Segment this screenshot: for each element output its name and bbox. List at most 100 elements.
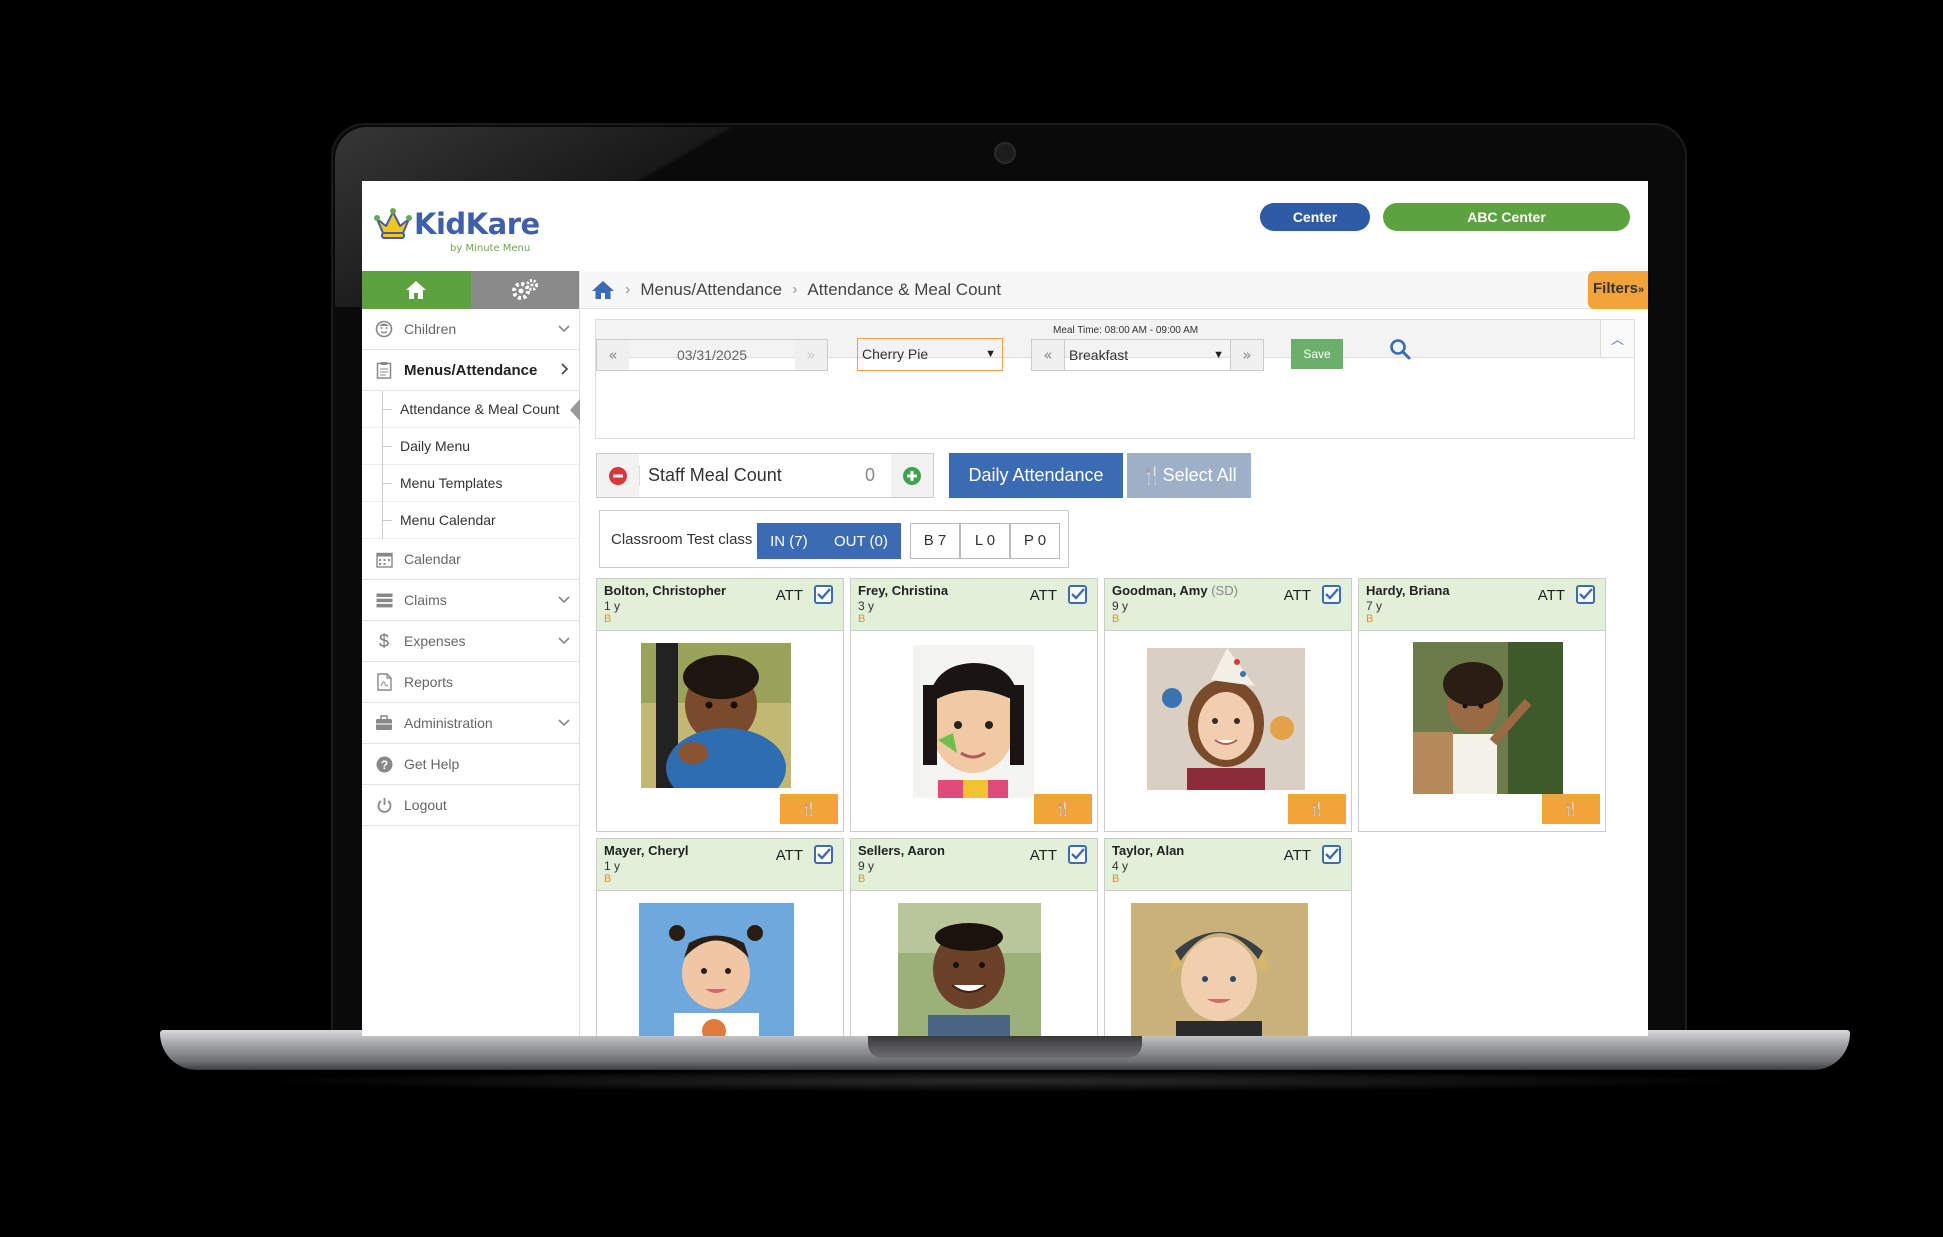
home-icon[interactable] (591, 280, 615, 300)
sidebar-item-label: Menus/Attendance (404, 361, 538, 379)
center-type-button[interactable]: Center (1260, 203, 1370, 231)
search-button[interactable] (1389, 338, 1417, 366)
main-content: › Menus/Attendance › Attendance & Meal C… (581, 271, 1648, 1036)
logo-text: KidKare (414, 207, 540, 241)
meal-select[interactable]: Breakfast ▼ (1064, 340, 1231, 370)
attendance-status: ATT (1029, 587, 1057, 604)
sidebar-subitem-menu-templates[interactable]: Menu Templates (362, 465, 579, 502)
child-meal-flag: B (604, 613, 612, 625)
child-card-sellers[interactable]: Sellers, Aaron 9 y B ATT (850, 838, 1098, 1036)
sidebar-item-menus-attendance[interactable]: Menus/Attendance (362, 350, 579, 391)
in-count-button[interactable]: IN (7) (770, 533, 808, 550)
attendance-checkbox[interactable] (814, 585, 833, 604)
increase-staff-count-button[interactable] (891, 454, 933, 497)
attendance-checkbox[interactable] (1576, 585, 1595, 604)
child-photo (1147, 648, 1305, 790)
kidkare-logo[interactable]: KidKare by Minute Menu (374, 205, 564, 257)
child-card-bolton[interactable]: Bolton, Christopher 1 y B ATT 🍴 (596, 578, 844, 832)
meal-time-label: Meal Time: 08:00 AM - 09:00 AM (1053, 325, 1199, 336)
sidebar-item-logout[interactable]: Logout (362, 785, 579, 826)
attendance-checkbox[interactable] (814, 845, 833, 864)
breadcrumb: › Menus/Attendance › Attendance & Meal C… (581, 271, 1648, 309)
chevron-down-icon (558, 596, 570, 604)
sidebar-item-get-help[interactable]: ? Get Help (362, 744, 579, 785)
child-card-frey[interactable]: Frey, Christina 3 y B ATT 🍴 (850, 578, 1098, 832)
in-out-toggle: IN (7) OUT (0) (757, 523, 901, 559)
classroom-summary: Classroom Test class IN (7) OUT (0) B 7 … (599, 510, 1069, 568)
date-input[interactable]: 03/31/2025 (629, 340, 795, 370)
center-name-button[interactable]: ABC Center (1383, 203, 1630, 231)
dropdown-caret-icon: ▼ (985, 348, 996, 360)
utensils-icon: 🍴 (1054, 801, 1072, 817)
child-tag: (SD) (1211, 583, 1238, 598)
double-chevron-left-icon: « (1043, 346, 1053, 364)
sidebar-item-reports[interactable]: Reports (362, 662, 579, 703)
daily-attendance-button[interactable]: Daily Attendance (949, 453, 1123, 498)
utensils-icon: 🍴 (1562, 801, 1580, 817)
meal-button[interactable]: 🍴 (1288, 794, 1346, 824)
menu-select[interactable]: Cherry Pie ▼ (857, 338, 1003, 371)
minus-circle-icon (609, 466, 627, 485)
sidebar-item-claims[interactable]: Claims (362, 580, 579, 621)
plus-circle-icon (903, 466, 921, 485)
attendance-checkbox[interactable] (1322, 845, 1341, 864)
save-button[interactable]: Save (1291, 339, 1343, 369)
child-photo (639, 903, 794, 1036)
gears-icon (511, 279, 538, 300)
child-card-mayer[interactable]: Mayer, Cheryl 1 y B ATT (596, 838, 844, 1036)
sidebar-subitem-attendance-meal-count[interactable]: Attendance & Meal Count (362, 391, 580, 428)
breadcrumb-separator: › (792, 280, 798, 298)
meal-button[interactable]: 🍴 (780, 794, 838, 824)
staff-meal-count-value[interactable]: 0 (865, 465, 885, 486)
chevron-up-icon: ︿ (1610, 333, 1624, 348)
sidebar: Children Menus/Attendance Attendance & M… (362, 271, 580, 1036)
meal-button[interactable]: 🍴 (1034, 794, 1092, 824)
filters-label: Filters (1593, 280, 1639, 297)
filters-button[interactable]: Filters» (1588, 271, 1648, 309)
child-photo (1413, 642, 1563, 794)
sidebar-item-expenses[interactable]: $ Expenses (362, 621, 579, 662)
calendar-icon (374, 549, 394, 569)
child-card-hardy[interactable]: Hardy, Briana 7 y B ATT 🍴 (1358, 578, 1606, 832)
attendance-status: ATT (1537, 587, 1565, 604)
power-icon (374, 795, 394, 815)
double-chevron-right-icon: » (1242, 346, 1252, 364)
next-meal-button[interactable]: » (1231, 340, 1263, 370)
out-count-button[interactable]: OUT (0) (834, 533, 888, 550)
previous-date-button[interactable]: « (597, 340, 629, 370)
checkmark-icon (1325, 848, 1339, 860)
pm-snack-count-button[interactable]: P 0 (1010, 523, 1060, 559)
lunch-count-button[interactable]: L 0 (960, 523, 1010, 559)
child-card-taylor[interactable]: Taylor, Alan 4 y B ATT (1104, 838, 1352, 1036)
child-meal-flag: B (1366, 613, 1374, 625)
select-all-label: Select All (1162, 465, 1237, 485)
sidebar-item-administration[interactable]: Administration (362, 703, 579, 744)
sidebar-subitem-menu-calendar[interactable]: Menu Calendar (362, 502, 579, 539)
sidebar-item-label: Logout (404, 797, 447, 813)
child-meal-flag: B (604, 873, 612, 885)
attendance-checkbox[interactable] (1068, 845, 1087, 864)
collapse-panel-button[interactable]: ︿ (1600, 320, 1634, 357)
next-date-button[interactable]: » (795, 340, 827, 370)
sidebar-item-label: Claims (404, 592, 447, 608)
chevron-right-icon (561, 363, 569, 375)
breakfast-count-button[interactable]: B 7 (910, 523, 960, 559)
select-all-button[interactable]: 🍴Select All (1127, 453, 1251, 498)
meal-button[interactable]: 🍴 (1542, 794, 1600, 824)
sidebar-tab-settings[interactable] (470, 271, 579, 309)
utensils-icon: 🍴 (1308, 801, 1326, 817)
staff-meal-count-label: Staff Meal Count (639, 465, 865, 486)
classroom-name: Classroom Test class (611, 531, 753, 548)
decrease-staff-count-button[interactable] (597, 454, 639, 497)
breadcrumb-menus-attendance[interactable]: Menus/Attendance (640, 280, 782, 300)
attendance-status: ATT (775, 847, 803, 864)
attendance-checkbox[interactable] (1068, 585, 1087, 604)
sidebar-tab-home[interactable] (362, 271, 471, 309)
sidebar-item-calendar[interactable]: Calendar (362, 539, 579, 580)
sidebar-item-children[interactable]: Children (362, 309, 579, 350)
sidebar-subitem-daily-menu[interactable]: Daily Menu (362, 428, 579, 465)
attendance-checkbox[interactable] (1322, 585, 1341, 604)
sidebar-item-label: Calendar (404, 551, 461, 567)
child-card-goodman[interactable]: Goodman, Amy (SD) 9 y B ATT 🍴 (1104, 578, 1352, 832)
previous-meal-button[interactable]: « (1032, 340, 1064, 370)
